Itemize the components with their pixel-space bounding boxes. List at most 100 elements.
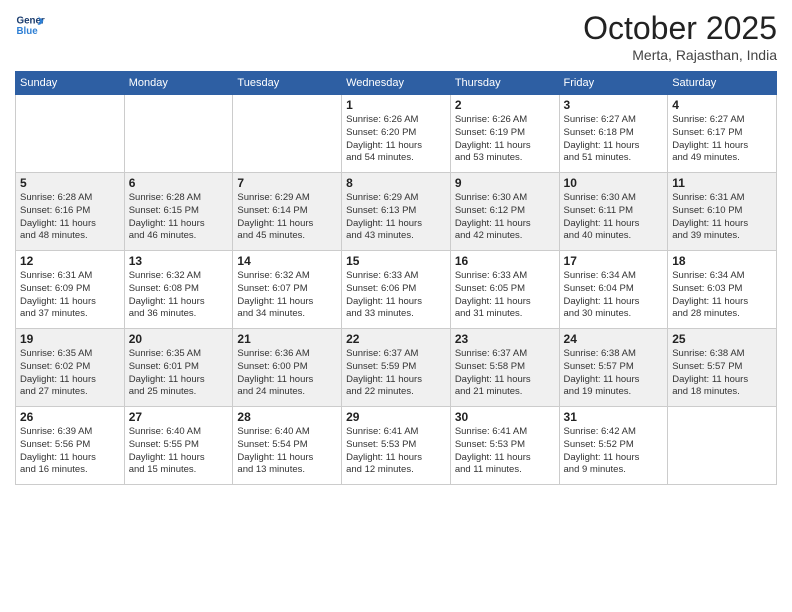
day-number: 14 <box>237 254 337 268</box>
calendar-day-cell: 11 Sunrise: 6:31 AM Sunset: 6:10 PM Dayli… <box>668 173 777 251</box>
day-number: 12 <box>20 254 120 268</box>
calendar-day-cell: 8Sunrise: 6:29 AM Sunset: 6:13 PM Daylig… <box>342 173 451 251</box>
calendar-week-row: 5Sunrise: 6:28 AM Sunset: 6:16 PM Daylig… <box>16 173 777 251</box>
day-number: 10 <box>564 176 664 190</box>
day-number: 27 <box>129 410 229 424</box>
calendar-day-cell: 2Sunrise: 6:26 AM Sunset: 6:19 PM Daylig… <box>450 95 559 173</box>
day-number: 11 <box>672 176 772 190</box>
calendar-day-cell <box>124 95 233 173</box>
calendar-day-cell: 10Sunrise: 6:30 AM Sunset: 6:11 PM Dayli… <box>559 173 668 251</box>
day-info: Sunrise: 6:39 AM Sunset: 5:56 PM Dayligh… <box>20 426 120 477</box>
calendar-day-cell: 24 Sunrise: 6:38 AM Sunset: 5:57 PM Dayli… <box>559 329 668 407</box>
calendar-day-cell: 16 Sunrise: 6:33 AM Sunset: 6:05 PM Dayli… <box>450 251 559 329</box>
calendar-day-cell: 21Sunrise: 6:36 AM Sunset: 6:00 PM Dayli… <box>233 329 342 407</box>
day-number: 6 <box>129 176 229 190</box>
calendar-day-cell: 13 Sunrise: 6:32 AM Sunset: 6:08 PM Dayli… <box>124 251 233 329</box>
calendar-header-sunday: Sunday <box>16 72 125 95</box>
day-info: Sunrise: 6:42 AM Sunset: 5:52 PM Dayligh… <box>564 426 664 477</box>
calendar-day-cell <box>233 95 342 173</box>
day-number: 29 <box>346 410 446 424</box>
day-number: 22 <box>346 332 446 346</box>
calendar-day-cell: 9 Sunrise: 6:30 AM Sunset: 6:12 PM Daylig… <box>450 173 559 251</box>
calendar-day-cell: 6 Sunrise: 6:28 AM Sunset: 6:15 PM Daylig… <box>124 173 233 251</box>
day-info: Sunrise: 6:31 AM Sunset: 6:09 PM Dayligh… <box>20 270 120 321</box>
month-title: October 2025 <box>583 10 777 47</box>
calendar-week-row: 12 Sunrise: 6:31 AM Sunset: 6:09 PM Dayli… <box>16 251 777 329</box>
day-info: Sunrise: 6:27 AM Sunset: 6:18 PM Dayligh… <box>564 114 664 165</box>
day-info: Sunrise: 6:30 AM Sunset: 6:12 PM Dayligh… <box>455 192 555 243</box>
day-number: 3 <box>564 98 664 112</box>
day-number: 9 <box>455 176 555 190</box>
calendar-day-cell: 29Sunrise: 6:41 AM Sunset: 5:53 PM Dayli… <box>342 407 451 485</box>
day-number: 1 <box>346 98 446 112</box>
day-number: 16 <box>455 254 555 268</box>
day-info: Sunrise: 6:40 AM Sunset: 5:55 PM Dayligh… <box>129 426 229 477</box>
calendar-day-cell <box>16 95 125 173</box>
calendar-day-cell: 28 Sunrise: 6:40 AM Sunset: 5:54 PM Dayli… <box>233 407 342 485</box>
day-number: 18 <box>672 254 772 268</box>
calendar-day-cell: 25 Sunrise: 6:38 AM Sunset: 5:57 PM Dayli… <box>668 329 777 407</box>
calendar-week-row: 26 Sunrise: 6:39 AM Sunset: 5:56 PM Dayli… <box>16 407 777 485</box>
day-info: Sunrise: 6:33 AM Sunset: 6:05 PM Dayligh… <box>455 270 555 321</box>
day-number: 31 <box>564 410 664 424</box>
day-info: Sunrise: 6:35 AM Sunset: 6:01 PM Dayligh… <box>129 348 229 399</box>
day-number: 24 <box>564 332 664 346</box>
day-number: 7 <box>237 176 337 190</box>
day-number: 21 <box>237 332 337 346</box>
day-info: Sunrise: 6:38 AM Sunset: 5:57 PM Dayligh… <box>672 348 772 399</box>
day-number: 19 <box>20 332 120 346</box>
calendar-header-tuesday: Tuesday <box>233 72 342 95</box>
day-info: Sunrise: 6:38 AM Sunset: 5:57 PM Dayligh… <box>564 348 664 399</box>
logo-icon: General Blue <box>15 10 45 40</box>
calendar-day-cell: 18 Sunrise: 6:34 AM Sunset: 6:03 PM Dayli… <box>668 251 777 329</box>
day-info: Sunrise: 6:41 AM Sunset: 5:53 PM Dayligh… <box>455 426 555 477</box>
page: General Blue October 2025 Merta, Rajasth… <box>0 0 792 612</box>
day-number: 17 <box>564 254 664 268</box>
calendar-day-cell: 5Sunrise: 6:28 AM Sunset: 6:16 PM Daylig… <box>16 173 125 251</box>
calendar-day-cell: 26 Sunrise: 6:39 AM Sunset: 5:56 PM Dayli… <box>16 407 125 485</box>
calendar-day-cell: 20 Sunrise: 6:35 AM Sunset: 6:01 PM Dayli… <box>124 329 233 407</box>
calendar-header-friday: Friday <box>559 72 668 95</box>
day-info: Sunrise: 6:34 AM Sunset: 6:04 PM Dayligh… <box>564 270 664 321</box>
calendar-day-cell: 15Sunrise: 6:33 AM Sunset: 6:06 PM Dayli… <box>342 251 451 329</box>
calendar-day-cell: 23Sunrise: 6:37 AM Sunset: 5:58 PM Dayli… <box>450 329 559 407</box>
day-info: Sunrise: 6:40 AM Sunset: 5:54 PM Dayligh… <box>237 426 337 477</box>
calendar-day-cell: 17 Sunrise: 6:34 AM Sunset: 6:04 PM Dayli… <box>559 251 668 329</box>
day-number: 30 <box>455 410 555 424</box>
calendar-day-cell: 30 Sunrise: 6:41 AM Sunset: 5:53 PM Dayli… <box>450 407 559 485</box>
calendar-day-cell <box>668 407 777 485</box>
day-number: 5 <box>20 176 120 190</box>
day-number: 20 <box>129 332 229 346</box>
day-number: 13 <box>129 254 229 268</box>
calendar-header-monday: Monday <box>124 72 233 95</box>
day-info: Sunrise: 6:26 AM Sunset: 6:19 PM Dayligh… <box>455 114 555 165</box>
calendar-header-row: SundayMondayTuesdayWednesdayThursdayFrid… <box>16 72 777 95</box>
calendar: SundayMondayTuesdayWednesdayThursdayFrid… <box>15 71 777 485</box>
day-info: Sunrise: 6:34 AM Sunset: 6:03 PM Dayligh… <box>672 270 772 321</box>
day-info: Sunrise: 6:32 AM Sunset: 6:08 PM Dayligh… <box>129 270 229 321</box>
day-number: 26 <box>20 410 120 424</box>
calendar-day-cell: 19 Sunrise: 6:35 AM Sunset: 6:02 PM Dayli… <box>16 329 125 407</box>
day-info: Sunrise: 6:33 AM Sunset: 6:06 PM Dayligh… <box>346 270 446 321</box>
logo: General Blue <box>15 10 45 40</box>
day-info: Sunrise: 6:37 AM Sunset: 5:58 PM Dayligh… <box>455 348 555 399</box>
day-info: Sunrise: 6:27 AM Sunset: 6:17 PM Dayligh… <box>672 114 772 165</box>
day-info: Sunrise: 6:37 AM Sunset: 5:59 PM Dayligh… <box>346 348 446 399</box>
day-number: 25 <box>672 332 772 346</box>
calendar-header-wednesday: Wednesday <box>342 72 451 95</box>
day-info: Sunrise: 6:35 AM Sunset: 6:02 PM Dayligh… <box>20 348 120 399</box>
day-info: Sunrise: 6:28 AM Sunset: 6:15 PM Dayligh… <box>129 192 229 243</box>
day-number: 8 <box>346 176 446 190</box>
calendar-day-cell: 4Sunrise: 6:27 AM Sunset: 6:17 PM Daylig… <box>668 95 777 173</box>
day-number: 28 <box>237 410 337 424</box>
calendar-day-cell: 22 Sunrise: 6:37 AM Sunset: 5:59 PM Dayli… <box>342 329 451 407</box>
calendar-day-cell: 14 Sunrise: 6:32 AM Sunset: 6:07 PM Dayli… <box>233 251 342 329</box>
day-info: Sunrise: 6:31 AM Sunset: 6:10 PM Dayligh… <box>672 192 772 243</box>
location: Merta, Rajasthan, India <box>583 47 777 63</box>
svg-text:Blue: Blue <box>17 26 39 37</box>
header: General Blue October 2025 Merta, Rajasth… <box>15 10 777 63</box>
calendar-header-thursday: Thursday <box>450 72 559 95</box>
calendar-week-row: 1Sunrise: 6:26 AM Sunset: 6:20 PM Daylig… <box>16 95 777 173</box>
calendar-header-saturday: Saturday <box>668 72 777 95</box>
day-info: Sunrise: 6:32 AM Sunset: 6:07 PM Dayligh… <box>237 270 337 321</box>
